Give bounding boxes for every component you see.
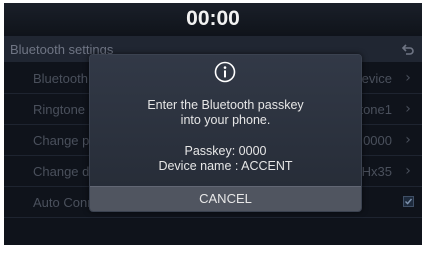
passkey-text: Passkey: 0000 xyxy=(184,144,267,158)
dialog-message-line1: Enter the Bluetooth passkey xyxy=(147,98,304,112)
list-item-value: 0000 xyxy=(363,133,392,148)
dialog-body: Enter the Bluetooth passkey into your ph… xyxy=(90,55,361,186)
chevron-right-icon: › xyxy=(405,101,411,117)
back-button[interactable] xyxy=(400,39,416,59)
list-item-label: Ringtone xyxy=(33,102,86,117)
info-icon xyxy=(214,61,236,83)
screen-frame: 00:00 Bluetooth settings Bluetooth conne… xyxy=(0,0,425,259)
list-item-value: Hx35 xyxy=(361,164,392,179)
dialog-message-line2: into your phone. xyxy=(180,113,271,127)
display: 00:00 Bluetooth settings Bluetooth conne… xyxy=(4,3,422,245)
chevron-right-icon: › xyxy=(405,132,411,148)
chevron-right-icon: › xyxy=(405,163,411,179)
status-bar: 00:00 xyxy=(4,3,422,34)
back-arrow-icon xyxy=(401,44,414,55)
cancel-button[interactable]: CANCEL xyxy=(90,186,361,211)
passkey-dialog: Enter the Bluetooth passkey into your ph… xyxy=(89,54,362,212)
device-name-text: Device name : ACCENT xyxy=(158,159,293,173)
auto-connection-checkbox[interactable] xyxy=(403,196,414,207)
clock: 00:00 xyxy=(186,7,240,30)
checkmark-icon xyxy=(405,198,413,205)
chevron-right-icon: › xyxy=(405,70,411,86)
